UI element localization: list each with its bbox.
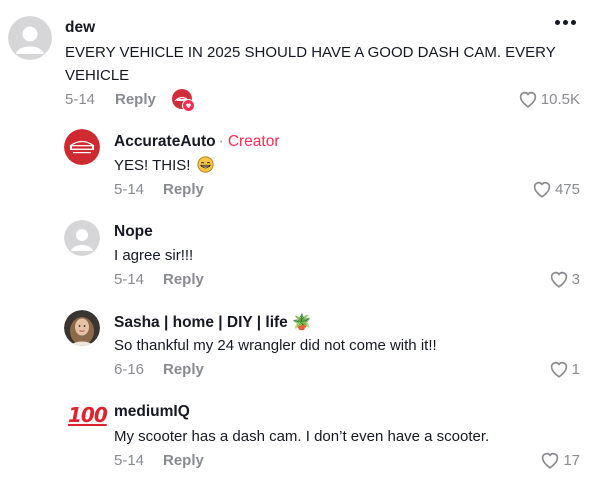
heart-icon [542,452,559,469]
like-count: 10.5K [540,90,580,108]
like-button[interactable]: 3 [549,270,580,288]
creator-liked-badge-icon [172,89,195,112]
like-count: 3 [571,270,580,288]
comment-date: 5-14 [114,452,145,469]
reply-button[interactable]: Reply [163,361,204,378]
heart-icon [550,271,567,288]
comment-date: 6-16 [114,361,145,378]
reply-button[interactable]: Reply [163,271,204,288]
like-button[interactable]: 17 [540,451,580,469]
grinning-face-icon [197,156,214,173]
heart-icon [533,181,551,198]
reply-button[interactable]: Reply [163,181,204,198]
comment-text: So thankful my 24 wrangler did not come … [114,337,437,354]
comment-author[interactable]: Nope [114,223,153,241]
comment-text: YES! THIS! [114,154,214,177]
like-button[interactable]: 475 [532,180,580,198]
comment-date: 5-14 [65,91,96,108]
comment-author[interactable]: mediumIQ [114,403,190,421]
author-name[interactable]: AccurateAuto [114,133,216,150]
comment-author[interactable]: dew [65,19,95,37]
hundred-points-emoji-avatar[interactable]: 100 [68,403,108,427]
like-count: 475 [554,180,580,198]
user-photo-avatar[interactable] [64,310,100,346]
comment-author[interactable]: AccurateAuto · Creator [114,133,280,151]
like-count: 1 [571,360,580,378]
reply-button[interactable]: Reply [163,452,204,469]
more-options-icon[interactable] [555,20,576,25]
like-count: 17 [563,451,580,469]
like-button[interactable]: 1 [549,360,580,378]
accurate-auto-logo[interactable] [64,129,100,165]
reply-button[interactable]: Reply [115,91,156,108]
heart-icon [550,361,567,378]
comment-text-content: YES! THIS! [114,157,191,174]
comment-text: I agree sir!!! [114,247,194,264]
default-avatar-icon[interactable] [8,16,52,60]
like-button[interactable]: 10.5K [518,90,580,108]
default-avatar-icon[interactable] [64,220,100,256]
creator-separator: · [218,133,224,150]
comment-date: 5-14 [114,271,145,288]
comment-text: EVERY VEHICLE IN 2025 SHOULD HAVE A GOOD… [65,44,556,84]
comment-author[interactable]: Sasha | home | DIY | life 🪴 [114,313,311,332]
comment-text: My scooter has a dash cam. I don’t even … [114,428,490,445]
heart-icon [519,91,536,108]
comment-date: 5-14 [114,181,145,198]
creator-badge: Creator [227,133,280,150]
